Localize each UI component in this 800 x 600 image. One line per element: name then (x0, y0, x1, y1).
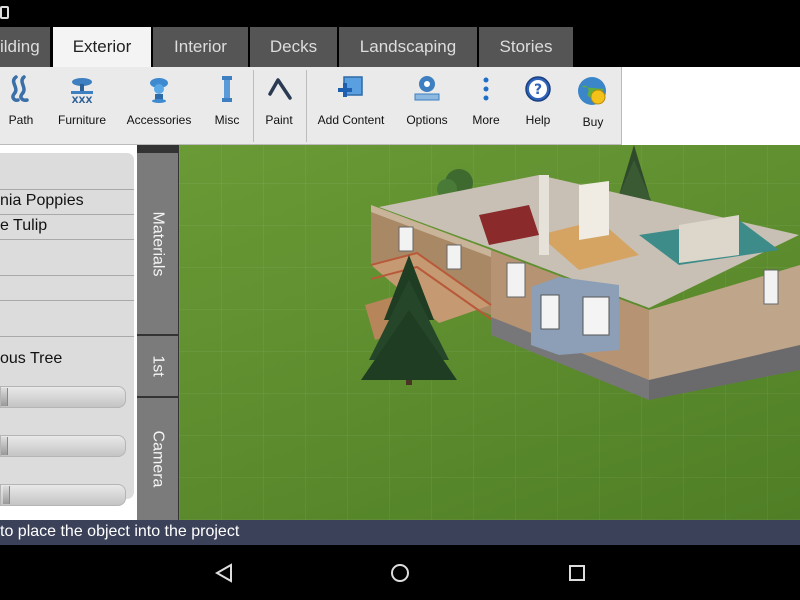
buy-icon (576, 75, 610, 109)
list-item-label: nia Poppies (0, 192, 84, 209)
notification-icon (0, 6, 9, 19)
tab-floor[interactable]: 1st (137, 336, 178, 396)
paint-icon (264, 74, 294, 104)
slider-thumb[interactable] (3, 486, 10, 504)
hint-bar: to place the object into the project (0, 520, 800, 545)
home-button[interactable] (385, 558, 415, 588)
slider-track[interactable] (0, 435, 126, 457)
misc-button[interactable]: Misc (207, 67, 247, 145)
back-icon (214, 563, 232, 583)
object-panel: nia Poppies e Tulip ous Tree (0, 145, 137, 520)
tab-interior-label: Interior (174, 37, 227, 56)
list-item[interactable] (0, 153, 134, 190)
help-label: Help (525, 113, 551, 127)
list-item[interactable] (0, 276, 134, 301)
buy-button[interactable]: Buy (572, 67, 614, 145)
side-tab-bar: Materials 1st Camera (137, 145, 179, 520)
tab-materials-label: Materials (149, 211, 167, 276)
tab-stories[interactable]: Stories (479, 27, 573, 67)
help-button[interactable]: ? Help (518, 67, 558, 145)
accessories-icon (144, 74, 174, 104)
more-icon (471, 74, 501, 104)
slider-thumb[interactable] (1, 388, 8, 406)
tab-exterior[interactable]: Exterior (53, 27, 151, 67)
path-button[interactable]: Path (0, 67, 42, 145)
tab-stories-label: Stories (499, 37, 553, 56)
object-toolbar: Path XXX Furniture Accessories Misc Pain (0, 67, 622, 145)
toolbar-divider (306, 70, 307, 142)
tab-decks-label: Decks (269, 37, 318, 56)
list-item-label: ous Tree (0, 350, 63, 367)
list-item[interactable] (0, 301, 134, 337)
navigation-bar (0, 545, 800, 600)
status-bar (0, 0, 800, 27)
furniture-button[interactable]: XXX Furniture (52, 67, 112, 145)
tab-exterior-label: Exterior (72, 37, 132, 56)
back-button[interactable] (209, 558, 239, 588)
slider-thumb[interactable] (1, 437, 8, 455)
hint-text: to place the object into the project (0, 523, 240, 540)
paint-button[interactable]: Paint (259, 67, 299, 145)
list-item[interactable]: nia Poppies (0, 190, 134, 215)
home-icon (391, 564, 409, 582)
add-content-label: Add Content (317, 113, 385, 127)
house-3d-render (361, 145, 800, 400)
path-label: Path (8, 113, 34, 127)
slider-track[interactable] (0, 484, 126, 506)
tab-floor-label: 1st (149, 355, 167, 377)
list-item-label: e Tulip (0, 217, 48, 234)
help-icon: ? (523, 74, 553, 104)
tab-building[interactable]: ilding (0, 27, 50, 67)
list-item[interactable]: ous Tree (0, 337, 134, 367)
options-icon (412, 74, 442, 104)
tab-building-label: ilding (0, 37, 40, 56)
tab-interior[interactable]: Interior (153, 27, 248, 67)
tab-materials[interactable]: Materials (137, 153, 178, 334)
more-button[interactable]: More (466, 67, 506, 145)
accessories-button[interactable]: Accessories (124, 67, 194, 145)
slider-track[interactable] (0, 386, 126, 408)
options-label: Options (406, 113, 448, 127)
paint-label: Paint (265, 113, 293, 127)
svg-text:XXX: XXX (72, 96, 93, 104)
tab-camera-label: Camera (149, 430, 167, 488)
misc-label: Misc (214, 113, 240, 127)
toolbar-divider (253, 70, 254, 142)
misc-icon (212, 74, 242, 104)
more-label: More (472, 113, 500, 127)
furniture-label: Furniture (57, 113, 107, 127)
tab-landscaping[interactable]: Landscaping (339, 27, 477, 67)
tab-decks[interactable]: Decks (250, 27, 337, 67)
list-item[interactable]: e Tulip (0, 215, 134, 240)
list-item[interactable] (0, 240, 134, 276)
furniture-icon: XXX (67, 74, 97, 104)
toolbar-empty-area (622, 67, 800, 145)
add-content-icon (336, 74, 366, 104)
tab-landscaping-label: Landscaping (359, 37, 457, 56)
3d-viewport[interactable] (179, 145, 800, 520)
accessories-label: Accessories (126, 113, 192, 127)
svg-text:?: ? (534, 82, 542, 98)
options-button[interactable]: Options (402, 67, 452, 145)
category-tab-bar: ilding Exterior Interior Decks Landscapi… (0, 27, 800, 67)
recents-button[interactable] (562, 558, 592, 588)
add-content-button[interactable]: Add Content (315, 67, 387, 145)
recents-icon (569, 565, 585, 581)
buy-label: Buy (582, 115, 604, 129)
tab-camera[interactable]: Camera (137, 398, 178, 520)
path-icon (6, 74, 36, 104)
